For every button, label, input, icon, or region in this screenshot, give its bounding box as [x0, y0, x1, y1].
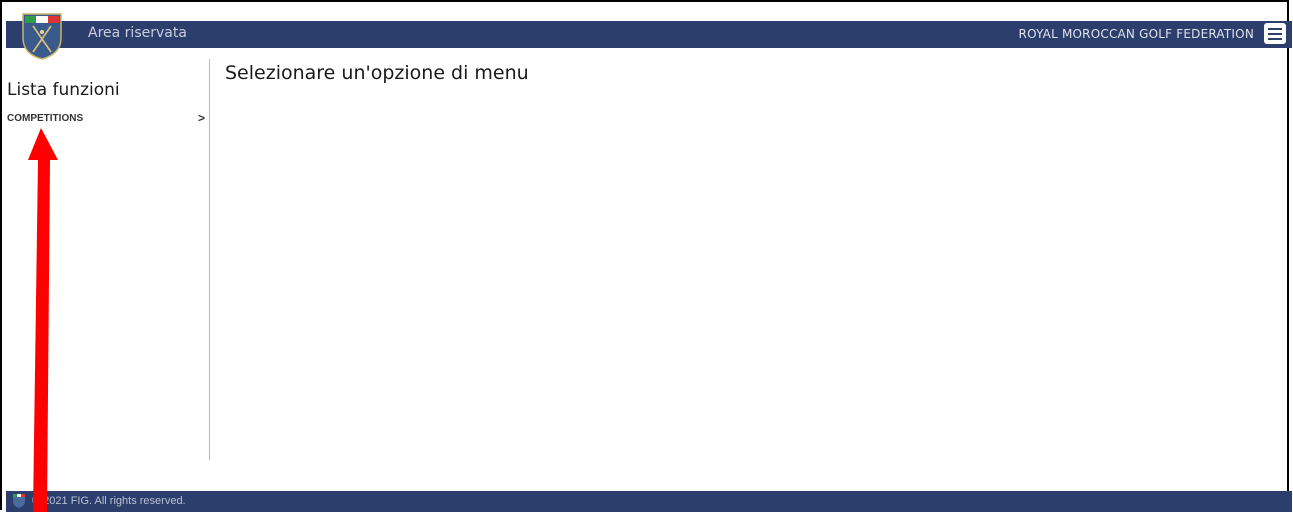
window-frame: [0, 0, 1289, 510]
top-bar: Area riservata ROYAL MOROCCAN GOLF FEDER…: [6, 21, 1292, 48]
page-title: Selezionare un'opzione di menu: [225, 62, 529, 84]
federation-name: ROYAL MOROCCAN GOLF FEDERATION: [1018, 27, 1254, 41]
sidebar-divider: [209, 59, 210, 460]
hamburger-menu-icon[interactable]: [1264, 23, 1286, 44]
sidebar-item-competitions[interactable]: COMPETITIONS >: [7, 111, 207, 128]
sidebar-item-label: COMPETITIONS: [7, 113, 84, 124]
sidebar-title: Lista funzioni: [7, 80, 120, 100]
chevron-right-icon: >: [198, 111, 206, 125]
annotation-arrow-icon: [28, 128, 58, 512]
footer-bar: © 2021 FIG. All rights reserved.: [6, 491, 1292, 512]
app-title: Area riservata: [88, 25, 187, 41]
fig-logo[interactable]: [21, 12, 63, 60]
